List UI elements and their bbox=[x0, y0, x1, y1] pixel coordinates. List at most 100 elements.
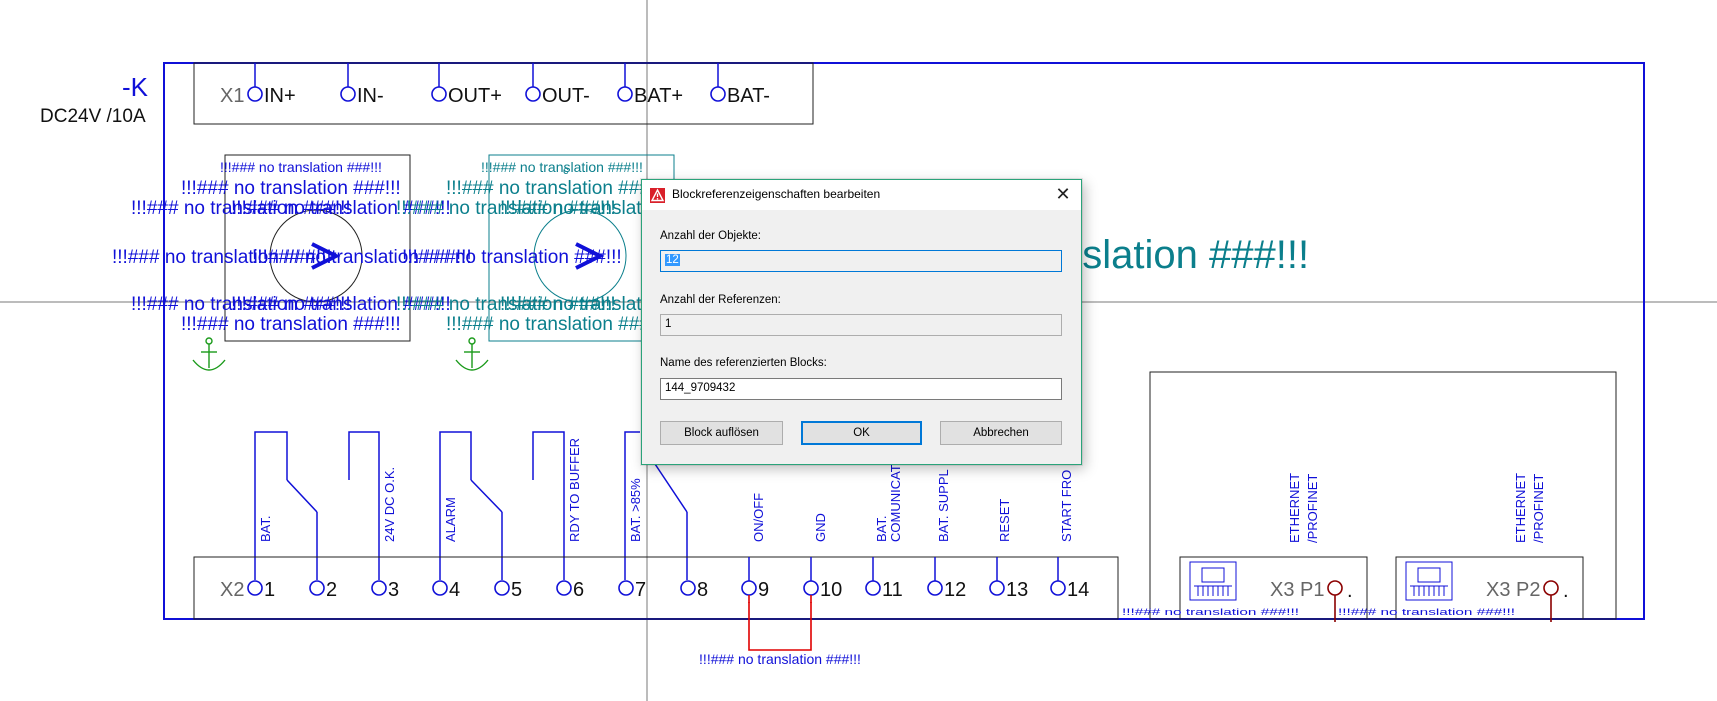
svg-text:/PROFINET: /PROFINET bbox=[1531, 474, 1546, 543]
x1-strip-label: X1 bbox=[220, 85, 244, 107]
terminal-circle-in-plus[interactable] bbox=[247, 86, 263, 102]
large-no-translation-text: nslation ###!!! bbox=[1060, 233, 1309, 277]
port1-terminal[interactable] bbox=[1327, 580, 1343, 596]
ok-button[interactable]: OK bbox=[801, 421, 922, 445]
device-rating: DC24V /10A bbox=[40, 106, 146, 127]
signal-label: BAT. >85% bbox=[628, 478, 643, 542]
port2-dot: . bbox=[1563, 580, 1569, 602]
terminal-circle-12[interactable] bbox=[927, 580, 943, 596]
references-count-field[interactable]: 1 bbox=[660, 314, 1062, 336]
svg-text:/PROFINET: /PROFINET bbox=[1305, 474, 1320, 543]
x2-terminals: 1 2 3 4 5 6 7 8 9 10 11 12 13 14 bbox=[247, 557, 1089, 603]
terminal-circle-10[interactable] bbox=[803, 580, 819, 596]
svg-text:RESET: RESET bbox=[997, 499, 1012, 542]
svg-text:RDY TO BUFFER: RDY TO BUFFER bbox=[567, 438, 582, 542]
signal-label: RESET bbox=[997, 499, 1012, 542]
terminal-label: 14 bbox=[1067, 579, 1089, 601]
signal-label: ON/OFF bbox=[751, 493, 766, 542]
terminal-label: 6 bbox=[573, 579, 584, 601]
terminal-circle-8[interactable] bbox=[680, 580, 696, 596]
signal-label: 24V DC O.K. bbox=[382, 467, 397, 542]
svg-text:START FRO: START FRO bbox=[1059, 470, 1074, 542]
block-reference-properties-dialog[interactable]: Blockreferenzeigenschaften bearbeiten ✕ … bbox=[641, 179, 1082, 465]
x2-strip-label: X2 bbox=[220, 579, 244, 601]
dialog-title: Blockreferenzeigenschaften bearbeiten bbox=[672, 187, 881, 201]
terminal-label: 13 bbox=[1006, 579, 1028, 601]
terminal-circle-1[interactable] bbox=[247, 580, 263, 596]
app-warning-icon bbox=[650, 188, 665, 203]
svg-text:BAT.: BAT. bbox=[258, 516, 273, 543]
rj45-icon bbox=[1405, 561, 1453, 601]
no-translation-text: !!!### no translation ###!!! bbox=[446, 314, 666, 335]
no-translation-text: !!!### no translation ###!!! bbox=[402, 247, 622, 268]
device-tag: -K bbox=[122, 72, 149, 102]
terminal-circle-bat-plus[interactable] bbox=[617, 86, 633, 102]
terminal-label: IN- bbox=[357, 85, 384, 107]
signal-label: ALARM bbox=[443, 497, 458, 542]
cancel-button[interactable]: Abbrechen bbox=[940, 421, 1062, 445]
terminal-circle-5[interactable] bbox=[494, 580, 510, 596]
terminal-label: IN+ bbox=[264, 85, 296, 107]
no-translation-text: !!!### no translation ###!!! bbox=[1122, 607, 1299, 617]
terminal-circle-6[interactable] bbox=[556, 580, 572, 596]
ethernet-label-port2: ETHERNET /PROFINET bbox=[1513, 473, 1546, 543]
svg-text:BAT. SUPPL: BAT. SUPPL bbox=[936, 469, 951, 542]
terminal-label: 3 bbox=[388, 579, 399, 601]
terminal-circle-11[interactable] bbox=[865, 580, 881, 596]
signal-label: BAT. SUPPL bbox=[936, 469, 951, 542]
port1-label: X3 P1 bbox=[1270, 579, 1324, 601]
no-translation-text: !!!### no translation ###!!! bbox=[446, 178, 666, 199]
objects-count-label: Anzahl der Objekte: bbox=[660, 230, 762, 242]
referenced-block-name-field[interactable]: 144_9709432 bbox=[660, 378, 1062, 400]
terminal-label: 12 bbox=[944, 579, 966, 601]
port1-dot: . bbox=[1347, 580, 1353, 602]
svg-text:COMUNICAT: COMUNICAT bbox=[888, 464, 903, 542]
terminal-circle-out-plus[interactable] bbox=[431, 86, 447, 102]
port2-terminal[interactable] bbox=[1543, 580, 1559, 596]
terminal-label: 8 bbox=[697, 579, 708, 601]
terminal-circle-7[interactable] bbox=[618, 580, 634, 596]
dialog-titlebar[interactable]: Blockreferenzeigenschaften bearbeiten ✕ bbox=[642, 180, 1081, 210]
ethernet-label-port1: ETHERNET /PROFINET bbox=[1287, 473, 1320, 543]
terminal-circle-in-minus[interactable] bbox=[340, 86, 356, 102]
terminal-label: 7 bbox=[635, 579, 646, 601]
svg-text:24V DC O.K.: 24V DC O.K. bbox=[382, 467, 397, 542]
terminal-circle-9[interactable] bbox=[741, 580, 757, 596]
svg-text:BAT.: BAT. bbox=[874, 516, 889, 543]
referenced-block-name-label: Name des referenzierten Blocks: bbox=[660, 357, 827, 369]
terminal-label: 10 bbox=[820, 579, 842, 601]
no-translation-text: !!!### no translation ###!!! bbox=[181, 178, 401, 199]
svg-text:ETHERNET: ETHERNET bbox=[1287, 473, 1302, 543]
x1-terminals: IN+ IN- OUT+ OUT- BAT+ BAT- bbox=[247, 63, 770, 107]
terminal-label: OUT- bbox=[542, 85, 590, 107]
svg-text:ON/OFF: ON/OFF bbox=[751, 493, 766, 542]
terminal-circle-out-minus[interactable] bbox=[525, 86, 541, 102]
terminal-label: BAT- bbox=[727, 85, 770, 107]
signal-label: BAT. bbox=[258, 516, 273, 543]
close-icon[interactable]: ✕ bbox=[1045, 180, 1081, 210]
jumper-label: !!!### no translation ###!!! bbox=[699, 651, 861, 667]
terminal-circle-13[interactable] bbox=[989, 580, 1005, 596]
terminal-circle-2[interactable] bbox=[309, 580, 325, 596]
port2-label: X3 P2 bbox=[1486, 579, 1540, 601]
no-translation-text: !!!### no translation ###!!! bbox=[1338, 607, 1515, 617]
terminal-label: 2 bbox=[326, 579, 337, 601]
contact-wiring bbox=[254, 431, 688, 580]
objects-count-field[interactable]: 12 bbox=[660, 250, 1062, 272]
terminal-label: 5 bbox=[511, 579, 522, 601]
terminal-circle-14[interactable] bbox=[1050, 580, 1066, 596]
signal-label: GND bbox=[813, 513, 828, 542]
terminal-circle-bat-minus[interactable] bbox=[710, 86, 726, 102]
terminal-label: 9 bbox=[758, 579, 769, 601]
terminal-circle-4[interactable] bbox=[432, 580, 448, 596]
no-translation-text: !!!### no translation ###!!! bbox=[181, 314, 401, 335]
svg-text:ALARM: ALARM bbox=[443, 497, 458, 542]
svg-text:GND: GND bbox=[813, 513, 828, 542]
signal-label: RDY TO BUFFER bbox=[567, 438, 582, 542]
terminal-label: 4 bbox=[449, 579, 460, 601]
dissolve-block-button[interactable]: Block auflösen bbox=[660, 421, 783, 445]
terminal-circle-3[interactable] bbox=[371, 580, 387, 596]
signal-label: BAT. COMUNICAT bbox=[874, 464, 903, 542]
svg-text:BAT. >85%: BAT. >85% bbox=[628, 478, 643, 542]
terminal-label: 1 bbox=[264, 579, 275, 601]
